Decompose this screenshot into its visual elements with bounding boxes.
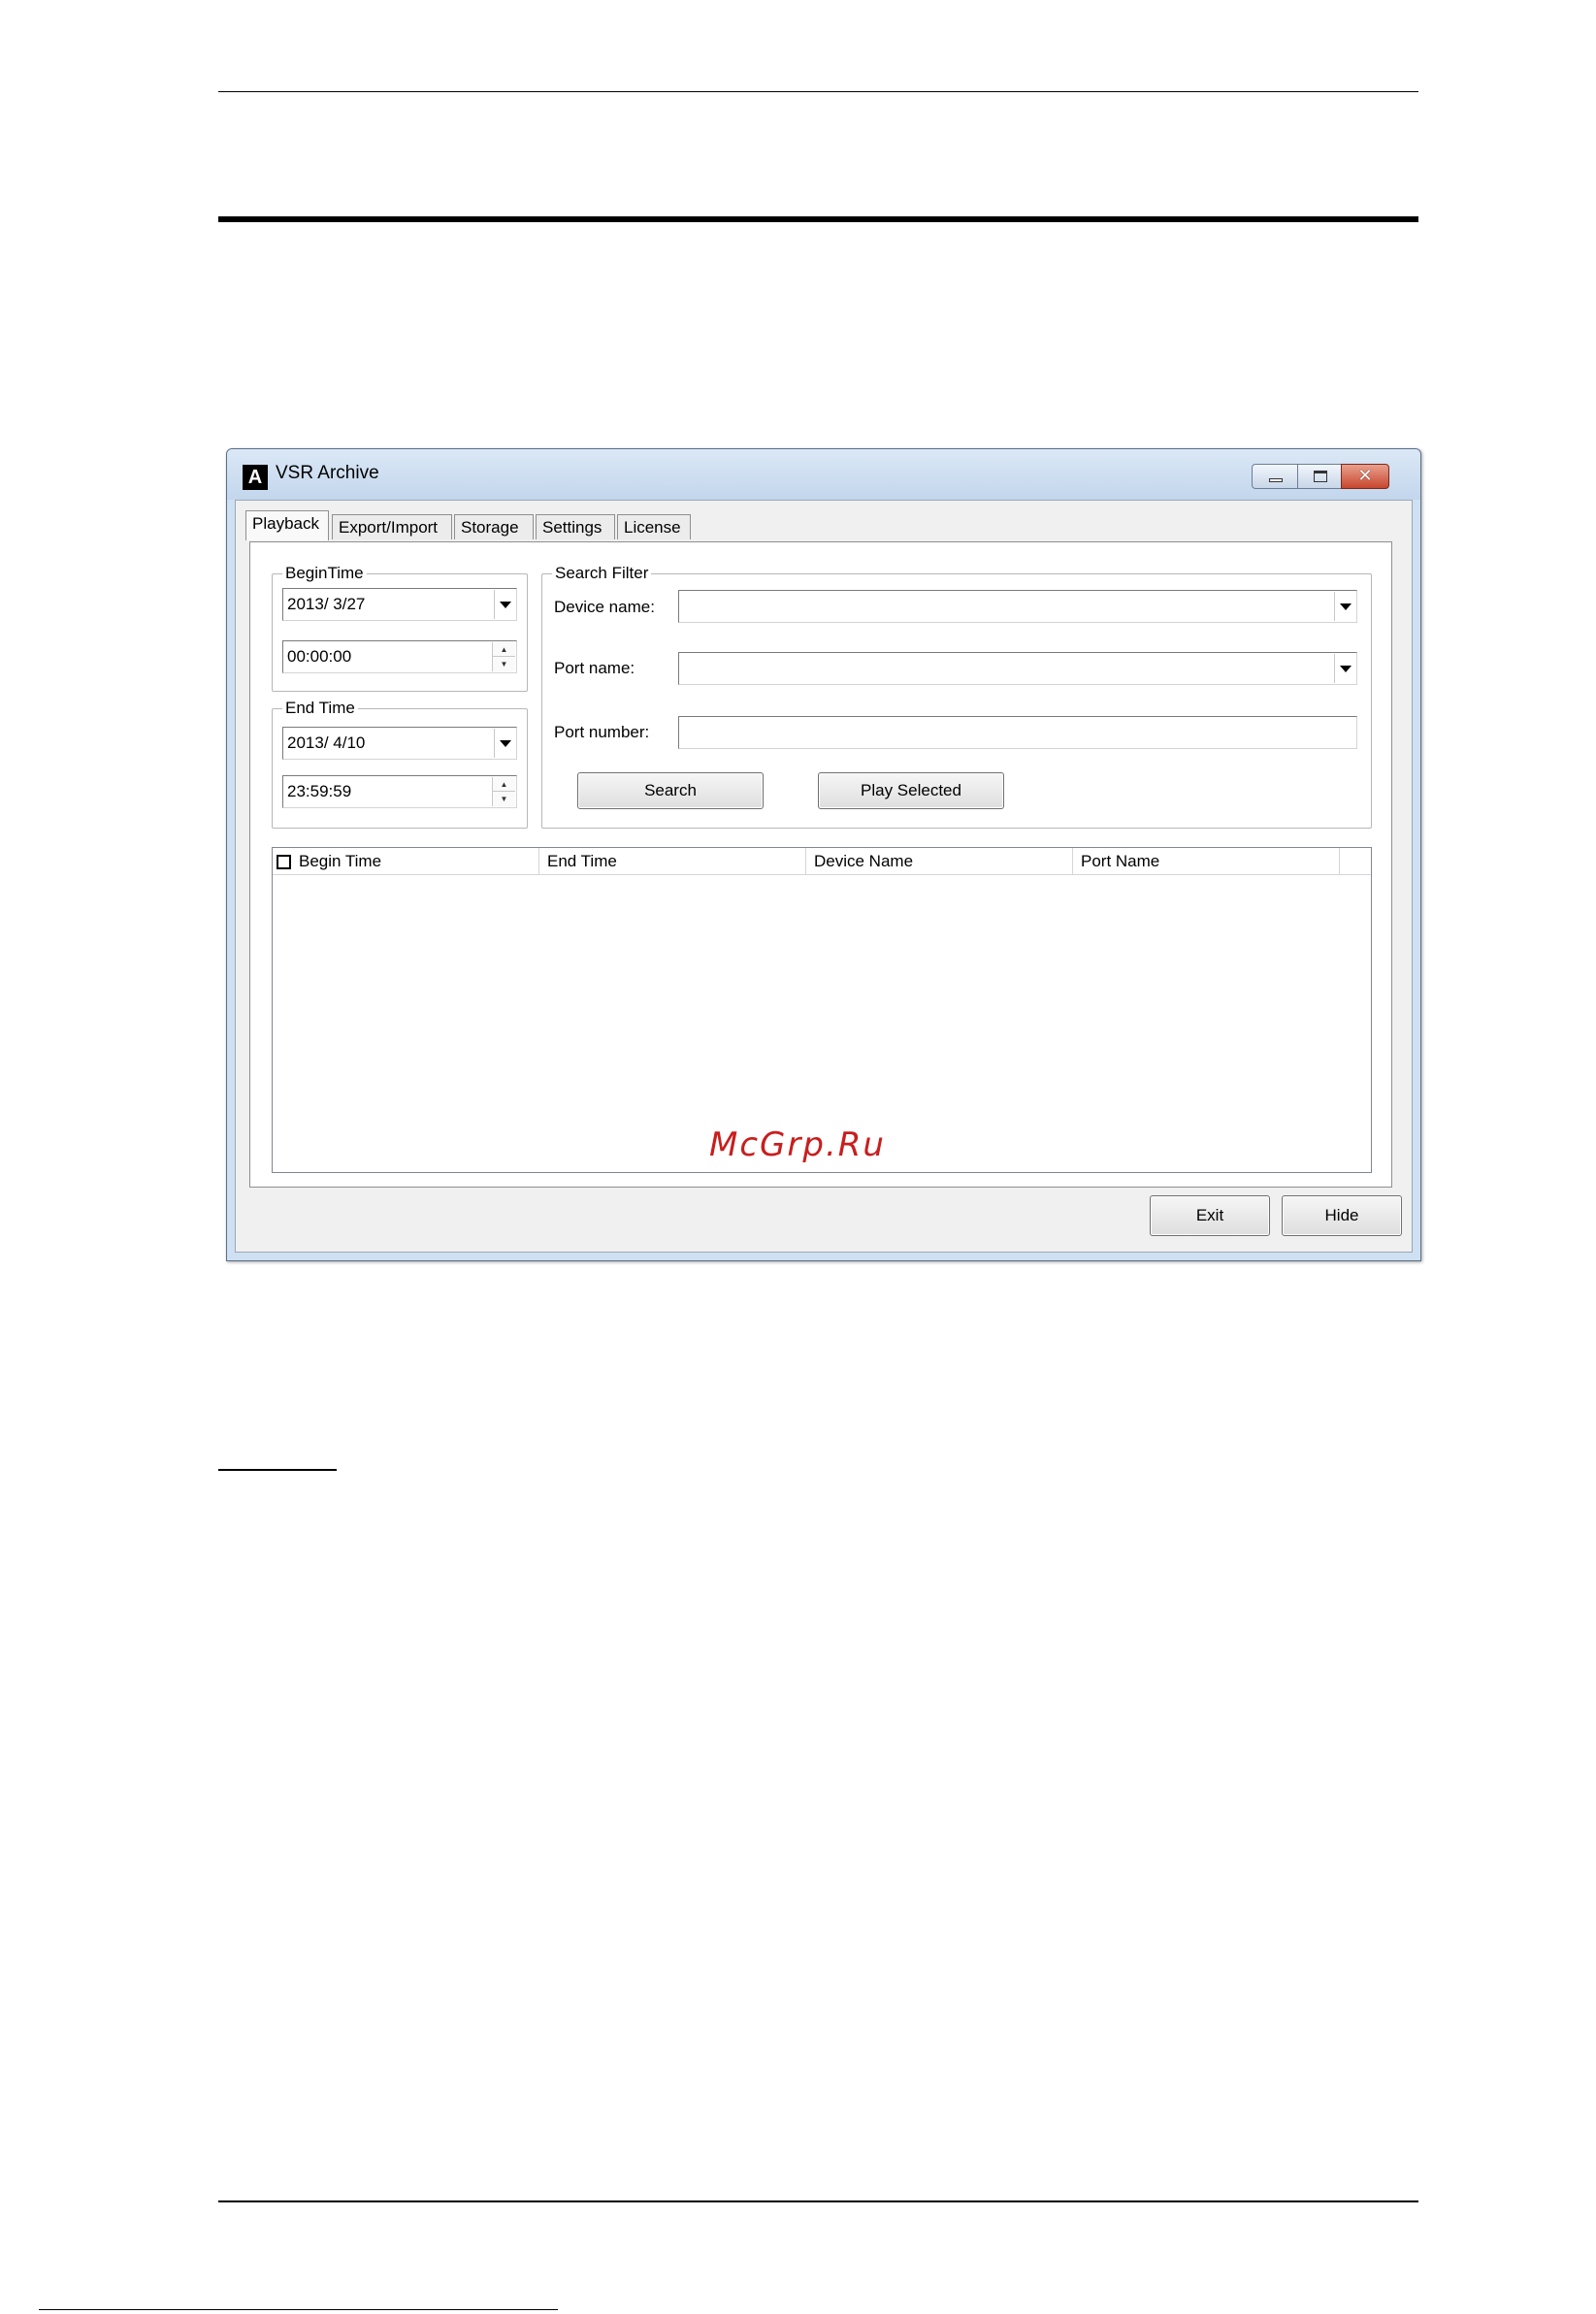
search-button[interactable]: Search: [577, 772, 764, 809]
spin-down-icon[interactable]: ▼: [493, 792, 515, 806]
begin-time-group: BeginTime 2013/ 3/27 00:00:00 ▲ ▼: [272, 564, 528, 692]
chevron-down-icon[interactable]: [494, 729, 515, 758]
chevron-down-icon[interactable]: [494, 590, 515, 619]
end-time-field[interactable]: 23:59:59 ▲ ▼: [282, 775, 517, 808]
spin-up-icon[interactable]: ▲: [493, 642, 515, 657]
recordings-list[interactable]: Begin Time End Time Device Name Port Nam…: [272, 847, 1372, 1173]
close-button[interactable]: ✕: [1341, 464, 1389, 489]
play-selected-button[interactable]: Play Selected: [818, 772, 1004, 809]
select-all-checkbox[interactable]: [277, 855, 291, 869]
column-header-device-name[interactable]: Device Name: [806, 848, 1073, 875]
tab-license[interactable]: License: [617, 514, 691, 539]
top-thick-rule: [218, 216, 1418, 222]
begin-time-field[interactable]: 00:00:00 ▲ ▼: [282, 640, 517, 673]
spin-down-icon[interactable]: ▼: [493, 657, 515, 671]
chevron-down-icon[interactable]: [1334, 592, 1355, 621]
watermark: McGrp.Ru: [709, 1125, 886, 1164]
maximize-button[interactable]: [1297, 464, 1342, 489]
end-time-group-label: End Time: [282, 699, 358, 718]
title-bar[interactable]: A VSR Archive ✕: [227, 449, 1420, 500]
begin-date-value: 2013/ 3/27: [287, 595, 366, 613]
maximize-icon: [1314, 471, 1327, 482]
column-header-begin-time-label: Begin Time: [299, 852, 382, 870]
tab-storage[interactable]: Storage: [454, 514, 534, 539]
playback-tab-page: BeginTime 2013/ 3/27 00:00:00 ▲ ▼ End Ti…: [249, 541, 1392, 1188]
end-date-value: 2013/ 4/10: [287, 733, 366, 752]
top-thin-rule: [218, 91, 1418, 92]
tab-playback[interactable]: Playback: [245, 510, 329, 540]
column-header-end-time[interactable]: End Time: [539, 848, 806, 875]
close-icon: ✕: [1357, 466, 1373, 486]
device-name-label: Device name:: [554, 598, 655, 616]
exit-button[interactable]: Exit: [1150, 1195, 1270, 1236]
column-header-port-name[interactable]: Port Name: [1073, 848, 1340, 875]
bottom-rule: [218, 2200, 1418, 2202]
spin-up-icon[interactable]: ▲: [493, 777, 515, 792]
minimize-button[interactable]: [1252, 464, 1298, 489]
search-filter-group-label: Search Filter: [552, 564, 652, 583]
window-title: VSR Archive: [276, 463, 379, 483]
tab-export-import[interactable]: Export/Import: [332, 514, 452, 539]
port-name-label: Port name:: [554, 659, 635, 677]
begin-time-group-label: BeginTime: [282, 564, 367, 583]
chevron-down-icon[interactable]: [1334, 654, 1355, 683]
begin-time-value: 00:00:00: [287, 647, 352, 666]
minimize-icon: [1269, 478, 1283, 482]
column-header-begin-time[interactable]: Begin Time: [273, 848, 539, 875]
end-time-spinner[interactable]: ▲ ▼: [492, 777, 515, 806]
hide-button[interactable]: Hide: [1282, 1195, 1402, 1236]
list-header: Begin Time End Time Device Name Port Nam…: [273, 848, 1371, 875]
end-time-value: 23:59:59: [287, 782, 352, 800]
aten-a-logo-icon: A: [243, 465, 268, 490]
begin-time-spinner[interactable]: ▲ ▼: [492, 642, 515, 671]
port-name-dropdown[interactable]: [678, 652, 1357, 685]
end-date-picker[interactable]: 2013/ 4/10: [282, 727, 517, 760]
begin-date-picker[interactable]: 2013/ 3/27: [282, 588, 517, 621]
end-time-group: End Time 2013/ 4/10 23:59:59 ▲ ▼: [272, 699, 528, 829]
device-name-dropdown[interactable]: [678, 590, 1357, 623]
bottom-edge-rule: [39, 2309, 558, 2310]
tab-settings[interactable]: Settings: [536, 514, 615, 539]
port-number-label: Port number:: [554, 723, 650, 741]
search-filter-group: Search Filter Device name: Port name: Po…: [541, 564, 1372, 829]
port-number-input[interactable]: [678, 716, 1357, 749]
section-underline: [218, 1469, 337, 1471]
